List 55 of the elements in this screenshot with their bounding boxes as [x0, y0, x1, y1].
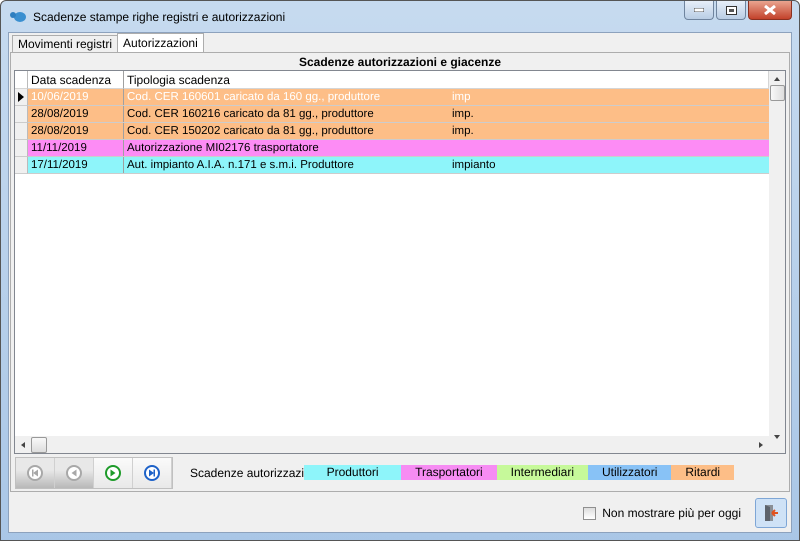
- table-cell-text: imp: [452, 90, 471, 105]
- table-cell: 11/11/2019: [31, 142, 87, 154]
- scroll-up-icon: [774, 77, 780, 81]
- scroll-left-icon: [21, 442, 25, 448]
- table-row[interactable]: 17/11/2019 Aut. impianto A.I.A. n.171 e s.m.i. Produttore impianto: [15, 157, 769, 174]
- legend-item: Ritardi: [671, 465, 734, 480]
- legend-item: Intermediari: [496, 465, 588, 480]
- navigator-button[interactable]: [133, 458, 172, 488]
- scroll-right-icon: [759, 442, 763, 448]
- legend-item: Utilizzatori: [588, 465, 672, 480]
- close-icon: [764, 5, 776, 15]
- horizontal-scrollbar[interactable]: [15, 436, 769, 454]
- table-cell: 28/08/2019: [31, 108, 89, 120]
- column-header[interactable]: Tipologia scadenza: [124, 71, 769, 89]
- maximize-icon: [726, 6, 736, 14]
- maximize-button[interactable]: [716, 1, 746, 20]
- legend-item: Produttori: [304, 465, 402, 480]
- table-row[interactable]: 28/08/2019 Cod. CER 150202 caricato da 81 gg., produttore imp.: [15, 123, 769, 140]
- panel-title: Scadenze autorizzazioni e giacenze: [298, 55, 502, 70]
- checkbox[interactable]: [583, 506, 596, 520]
- legend-item: Trasportatori: [401, 465, 497, 480]
- table-cell: 10/06/2019: [31, 91, 89, 103]
- legend-label: Scadenze autorizzazi: [190, 466, 304, 480]
- scroll-down-icon: [774, 435, 780, 440]
- close-button[interactable]: [748, 1, 792, 20]
- table-cell-text: Cod. CER 160216 caricato da 81 gg., produttore: [127, 107, 375, 122]
- skip-icon: [144, 464, 160, 481]
- table-cell-text: impianto: [452, 158, 496, 173]
- scroll-thumb[interactable]: [770, 85, 784, 101]
- table-cell-text: Aut. impianto A.I.A. n.171 e s.m.i. Produttore: [127, 158, 355, 173]
- minimize-button[interactable]: [684, 1, 714, 20]
- skip-icon: [27, 464, 43, 481]
- vertical-scrollbar[interactable]: [769, 71, 785, 454]
- table-cell-text: imp.: [452, 107, 474, 122]
- scroll-thumb[interactable]: [31, 436, 47, 453]
- navigator-button[interactable]: [94, 458, 133, 488]
- table-row[interactable]: 11/11/2019 Autorizzazione MI02176 trasportatore: [15, 140, 769, 157]
- table-cell-text: Cod. CER 150202 caricato da 81 gg., produttore: [127, 124, 375, 139]
- play-icon: [105, 464, 121, 481]
- column-header[interactable]: Data scadenza: [28, 71, 124, 89]
- exit-button[interactable]: [755, 498, 787, 528]
- tab[interactable]: Autorizzazioni: [117, 33, 204, 52]
- minimize-icon: [694, 8, 704, 12]
- table-cell-text: Cod. CER 160601 caricato da 160 gg., produttore: [127, 90, 382, 105]
- exit-door-icon: [762, 504, 780, 522]
- app-icon: [10, 12, 26, 22]
- tab[interactable]: Movimenti registri: [12, 35, 118, 52]
- play-icon: [66, 464, 82, 481]
- table-row[interactable]: 28/08/2019 Cod. CER 160216 caricato da 81 gg., produttore imp.: [15, 106, 769, 123]
- table-cell: 17/11/2019: [31, 159, 88, 171]
- table-cell-text: imp.: [452, 124, 474, 139]
- table-cell: 28/08/2019: [31, 125, 89, 137]
- window-title: Scadenze stampe righe registri e autorizzazioni: [33, 10, 286, 24]
- table-cell-text: Autorizzazione MI02176 trasportatore: [127, 141, 320, 156]
- current-row-icon: [18, 92, 24, 102]
